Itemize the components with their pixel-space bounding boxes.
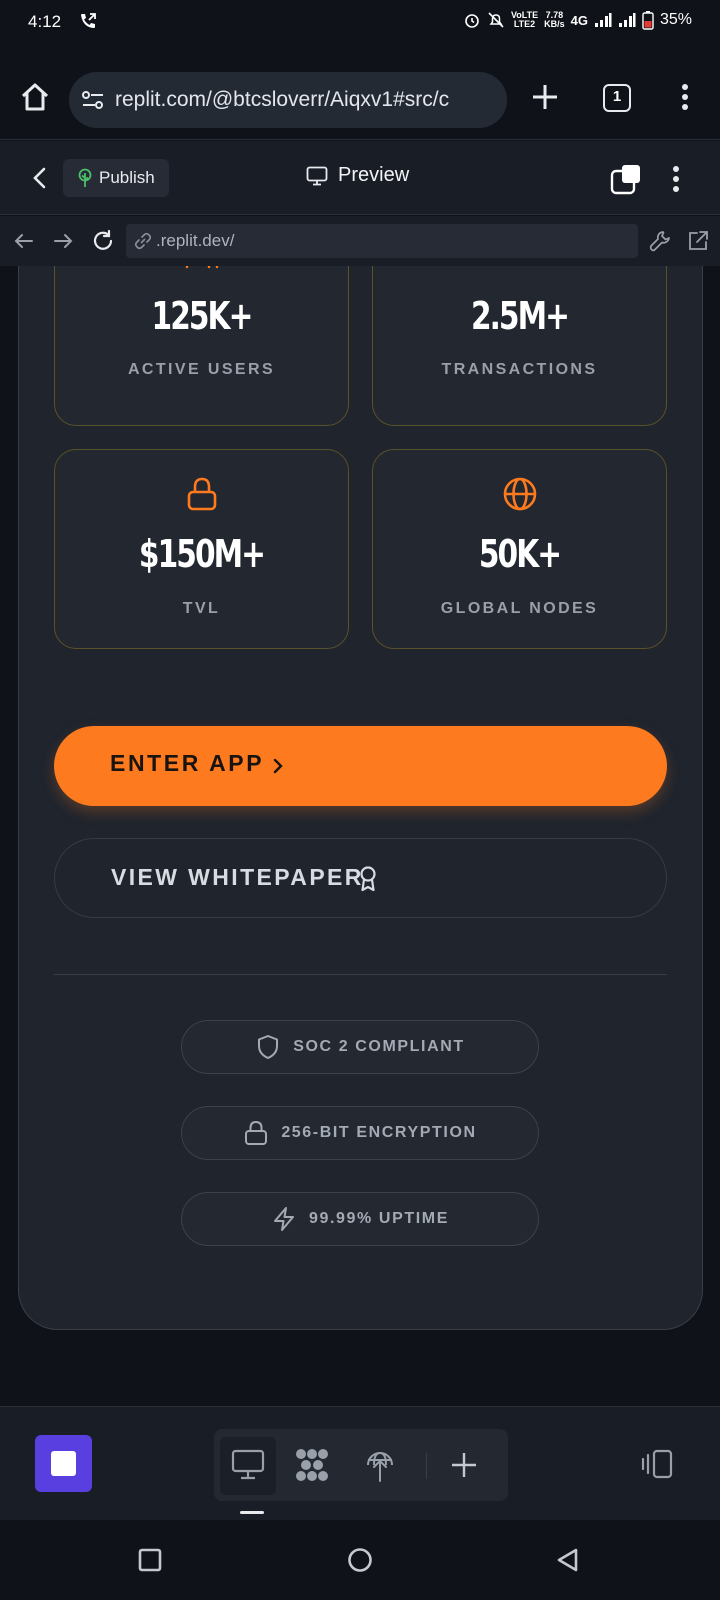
home-icon[interactable] (18, 80, 52, 114)
browser-url-bar[interactable]: replit.com/@btcsloverr/Aiqxv1#src/c (69, 72, 507, 128)
tool-preview[interactable] (226, 1443, 270, 1487)
stat-label: ACTIVE USERS (127, 361, 276, 378)
new-tab-icon[interactable] (530, 82, 560, 112)
devtools-wrench-icon[interactable] (648, 229, 672, 253)
view-whitepaper-button[interactable]: VIEW WHITEPAPER (54, 838, 667, 918)
publish-button[interactable]: Publish (63, 159, 169, 197)
webview-content: 125K+ ACTIVE USERS 2.5M+ TRANSACTIONS $1… (0, 266, 720, 1406)
tool-workflows[interactable] (290, 1443, 334, 1487)
enter-app-button[interactable]: ENTER APP (54, 726, 667, 806)
stop-icon (51, 1451, 76, 1476)
landing-card: 125K+ ACTIVE USERS 2.5M+ TRANSACTIONS $1… (18, 266, 703, 1330)
monitor-icon (306, 166, 328, 185)
monitor-icon (231, 1449, 265, 1480)
webview-reload-icon[interactable] (91, 229, 115, 253)
back-nav-icon[interactable] (554, 1546, 582, 1574)
enter-app-label: ENTER APP (110, 750, 265, 776)
preview-tab[interactable]: Preview (306, 164, 409, 187)
signal-2-icon (618, 13, 636, 27)
stat-card-global-nodes: 50K+ GLOBAL NODES (372, 449, 667, 649)
award-icon (360, 866, 376, 892)
battery-icon (642, 11, 654, 30)
preview-label: Preview (338, 164, 410, 186)
stat-card-transactions: 2.5M+ TRANSACTIONS (372, 266, 667, 426)
browser-url-text: replit.com/@btcsloverr/Aiqxv1#src/c (115, 88, 450, 111)
status-bar: 4:12 VoLTE LTE2 7.78 KB/s 4G 35% (0, 0, 720, 46)
replit-dock (0, 1406, 720, 1520)
webview-url-field[interactable]: .replit.dev/ (126, 224, 638, 258)
chevron-right-icon (273, 758, 283, 774)
tool-separator (426, 1453, 427, 1479)
battery-percent: 35% (659, 11, 692, 28)
webview-toolbar: .replit.dev/ (0, 216, 720, 266)
stat-value: 125K+ (151, 294, 254, 338)
tool-group (214, 1429, 508, 1501)
trending-up-icon (502, 266, 538, 272)
publish-tree-icon (78, 168, 92, 187)
deploy-globe-icon (367, 1451, 393, 1482)
replit-menu-icon[interactable] (666, 163, 686, 195)
call-forward-icon (81, 13, 96, 28)
shield-icon (258, 1035, 279, 1059)
replit-header: Publish Preview (0, 141, 720, 215)
stat-value: 50K+ (478, 532, 562, 576)
status-time: 4:12 (28, 12, 62, 31)
volte-indicator: VoLTE LTE2 (510, 10, 539, 29)
tool-deployments[interactable] (358, 1443, 402, 1487)
badge-text: 256-BIT ENCRYPTION (281, 1124, 477, 1141)
plus-icon (452, 1453, 476, 1477)
status-icons: VoLTE LTE2 7.78 KB/s 4G 35% (463, 10, 692, 30)
open-external-icon[interactable] (686, 229, 710, 253)
mute-bell-icon (488, 12, 504, 28)
lock-icon (187, 477, 216, 511)
stat-value: 2.5M+ (470, 294, 570, 338)
badge-text: 99.99% UPTIME (309, 1210, 449, 1227)
active-tool-indicator (240, 1511, 264, 1514)
badge-encryption: 256-BIT ENCRYPTION (181, 1106, 539, 1160)
webview-forward-icon[interactable] (51, 229, 75, 253)
new-window-icon[interactable] (610, 163, 642, 195)
zap-icon (274, 1207, 295, 1231)
stat-label: TVL (182, 600, 221, 617)
home-nav-icon[interactable] (346, 1546, 374, 1574)
globe-icon (503, 477, 536, 511)
network-type: 4G (570, 12, 588, 28)
section-divider (54, 974, 667, 975)
alarm-icon (465, 14, 479, 28)
stop-run-button[interactable] (35, 1435, 92, 1492)
users-icon (185, 266, 218, 269)
publish-label: Publish (99, 168, 155, 187)
split-view-icon[interactable] (640, 1447, 674, 1481)
lock-icon (245, 1120, 268, 1145)
signal-icon (594, 13, 612, 27)
webview-url-text: .replit.dev/ (156, 231, 235, 250)
system-navigation-bar (0, 1520, 720, 1600)
stat-label: GLOBAL NODES (440, 600, 599, 617)
webview-back-icon[interactable] (12, 229, 36, 253)
stat-label: TRANSACTIONS (441, 361, 598, 378)
stat-card-active-users: 125K+ ACTIVE USERS (54, 266, 349, 426)
badge-uptime: 99.99% UPTIME (181, 1192, 539, 1246)
cluster-icon (296, 1449, 328, 1481)
browser-menu-icon[interactable] (675, 82, 695, 112)
whitepaper-label: VIEW WHITEPAPER (111, 864, 364, 890)
badge-soc2: SOC 2 COMPLIANT (181, 1020, 539, 1074)
tool-add[interactable] (442, 1443, 486, 1487)
recents-icon[interactable] (136, 1546, 164, 1574)
link-icon (134, 232, 152, 250)
stat-card-tvl: $150M+ TVL (54, 449, 349, 649)
site-settings-icon[interactable] (81, 89, 105, 111)
badge-text: SOC 2 COMPLIANT (293, 1038, 465, 1055)
back-chevron-icon[interactable] (28, 165, 52, 191)
tab-switcher-button[interactable]: 1 (603, 84, 631, 112)
stat-value: $150M+ (138, 532, 266, 576)
browser-toolbar: replit.com/@btcsloverr/Aiqxv1#src/c 1 (0, 46, 720, 140)
network-speed: 7.78 KB/s (544, 10, 565, 29)
